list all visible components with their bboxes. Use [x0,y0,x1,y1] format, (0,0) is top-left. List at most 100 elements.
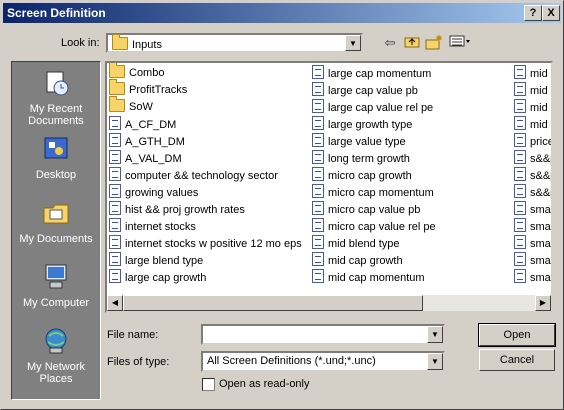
list-item[interactable]: s&&p [514,150,551,167]
list-item[interactable]: A_GTH_DM [109,133,302,150]
list-item[interactable]: large cap value rel pe [312,99,436,116]
list-item[interactable]: small [514,235,551,252]
read-only-label[interactable]: Open as read-only [219,378,310,390]
look-in-dropdown[interactable]: Inputs ▼ [106,33,363,53]
file-name-input[interactable]: ▼ [201,324,445,345]
file-name: large cap momentum [328,68,432,80]
place-desktop[interactable]: Desktop [12,134,100,181]
open-button[interactable]: Open [478,323,556,347]
look-in-label: Look in: [61,37,100,49]
file-name: growing values [125,187,199,199]
close-button[interactable]: X [542,5,560,21]
list-item[interactable]: internet stocks [109,218,302,235]
file-icon [514,218,526,232]
list-item[interactable]: small [514,252,551,269]
list-item[interactable]: small [514,269,551,286]
list-item[interactable]: micro cap growth [312,167,436,184]
file-column-3: mid c mid c mid g mid v price s&&p s&&p s&&p sma… [514,65,553,286]
file-icon [312,218,324,232]
recent-documents-icon [46,71,69,96]
list-item[interactable]: SoW [109,96,302,116]
list-item[interactable]: large cap value pb [312,82,436,99]
scroll-left-icon[interactable]: ◀ [107,295,123,311]
list-item[interactable]: large growth type [312,116,436,133]
new-folder-icon[interactable] [425,34,443,52]
list-item[interactable]: ProfitTracks [109,79,302,99]
list-item[interactable]: Combo [109,63,302,82]
file-icon [514,133,526,147]
file-icon [514,116,526,130]
cancel-button[interactable]: Cancel [479,349,555,371]
horizontal-scrollbar[interactable]: ◀ ▶ [107,295,551,311]
list-item[interactable]: micro cap value pb [312,201,436,218]
list-item[interactable]: micro cap momentum [312,184,436,201]
file-name: mid v [530,119,551,131]
list-item[interactable]: large cap momentum [312,65,436,82]
dialog-window: Screen Definition ? X Look in: Inputs ▼ … [0,0,564,410]
list-item[interactable]: s&&p [514,184,551,201]
list-item[interactable]: A_VAL_DM [109,150,302,167]
file-icon [109,201,121,215]
title-bar: Screen Definition ? X [3,3,561,23]
place-my-network-places[interactable]: My Network Places [12,326,100,385]
file-name-label: File name: [107,329,159,341]
list-item[interactable]: mid blend type [312,235,436,252]
read-only-checkbox[interactable] [202,378,215,391]
list-item[interactable]: computer && technology sector [109,167,302,184]
window-title: Screen Definition [7,6,106,20]
file-name: mid blend type [328,238,400,250]
place-my-computer[interactable]: My Computer [12,262,100,309]
list-item[interactable]: large cap growth [109,269,302,286]
chevron-down-icon[interactable]: ▼ [427,353,443,370]
file-icon [312,116,324,130]
place-my-recent-documents[interactable]: My Recent Documents [12,68,100,127]
list-item[interactable]: mid cap growth [312,252,436,269]
back-arrow-icon[interactable]: ⇦ [381,34,399,52]
file-name: SoW [129,101,153,113]
file-icon [109,184,121,198]
file-icon [109,167,121,181]
list-item[interactable]: mid cap momentum [312,269,436,286]
list-item[interactable]: long term growth [312,150,436,167]
list-item[interactable]: small [514,218,551,235]
file-list[interactable]: Combo ProfitTracks SoW A_CF_DM A_GTH_DM A_VAL… [105,61,553,313]
list-item[interactable]: small [514,201,553,218]
chevron-down-icon[interactable]: ▼ [427,326,443,343]
file-icon [312,235,324,249]
view-menu-icon[interactable] [449,34,473,52]
list-item[interactable]: internet stocks w positive 12 mo eps [109,235,302,252]
files-of-type-dropdown[interactable]: All Screen Definitions (*.und;*.unc) ▼ [201,351,445,372]
chevron-down-icon[interactable]: ▼ [345,35,361,51]
file-name: large value type [328,136,406,148]
file-icon [312,65,324,79]
list-item[interactable]: hist && proj growth rates [109,201,302,218]
scroll-right-icon[interactable]: ▶ [535,295,551,311]
list-item[interactable]: micro cap value rel pe [312,218,436,235]
file-icon [109,252,121,266]
place-my-documents[interactable]: My Documents [12,198,100,245]
file-icon [514,167,526,181]
list-item[interactable]: A_CF_DM [109,116,302,133]
list-item[interactable]: large blend type [109,252,302,269]
list-item[interactable]: large value type [312,133,436,150]
folder-icon [109,63,125,78]
file-name: small [530,204,553,216]
list-item[interactable]: mid c [514,82,551,99]
my-documents-icon [43,204,69,224]
file-name: micro cap value rel pe [328,221,436,233]
up-folder-icon[interactable] [403,34,421,52]
list-item[interactable]: mid g [514,99,551,116]
list-item[interactable]: mid v [514,116,551,133]
places-bar: My Recent Documents Desktop My Documents… [11,61,101,400]
list-item[interactable]: price [514,133,551,150]
list-item[interactable]: s&&p [514,167,551,184]
scroll-thumb[interactable] [123,295,423,311]
file-icon [312,150,324,164]
list-item[interactable]: mid c [514,65,551,82]
desktop-icon [44,137,68,159]
file-name: large blend type [125,255,204,267]
list-item[interactable]: growing values [109,184,302,201]
file-column-1: Combo ProfitTracks SoW A_CF_DM A_GTH_DM A_VAL… [109,63,302,286]
help-button[interactable]: ? [524,5,542,21]
file-name: hist && proj growth rates [125,204,245,216]
